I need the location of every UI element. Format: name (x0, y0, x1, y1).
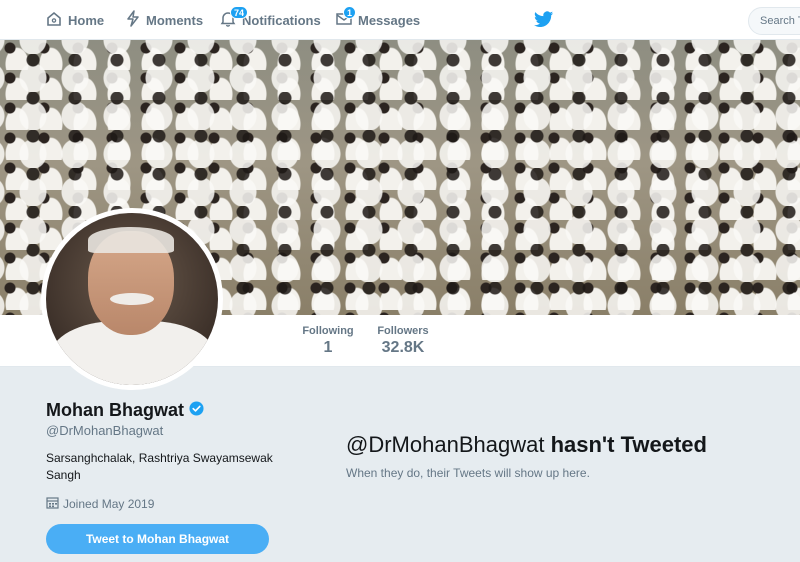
nav-notifications-label: Notifications (242, 12, 321, 28)
nav-home-label: Home (68, 12, 105, 28)
joined-label: Joined May 2019 (63, 497, 155, 511)
avatar-photo (46, 213, 218, 385)
nav-moments-label: Moments (146, 12, 204, 28)
following-stat[interactable]: Following 1 (300, 325, 356, 357)
notifications-badge: 74 (230, 6, 249, 19)
nav-messages[interactable]: 1 Messages (336, 0, 420, 40)
nav-messages-label: Messages (358, 12, 421, 28)
twitter-bird-icon[interactable] (534, 11, 554, 33)
home-icon (46, 11, 68, 30)
top-nav: Home Moments 74 Notifications 1 Messages… (0, 0, 800, 40)
nav-notifications[interactable]: 74 Notifications (220, 0, 321, 40)
followers-label: Followers (377, 325, 429, 337)
profile-name: Mohan Bhagwat (46, 400, 184, 420)
following-value: 1 (323, 339, 333, 356)
lightning-icon (126, 10, 146, 30)
verified-icon (189, 400, 204, 421)
followers-stat[interactable]: Followers 32.8K (372, 325, 434, 357)
empty-state-subtitle: When they do, their Tweets will show up … (346, 466, 590, 480)
profile-handle: @DrMohanBhagwat (46, 423, 164, 438)
messages-badge: 1 (343, 6, 357, 19)
profile-joined: Joined May 2019 (46, 496, 154, 512)
empty-state-handle: @DrMohanBhagwat (346, 432, 545, 457)
following-label: Following (302, 325, 354, 337)
calendar-icon (46, 496, 63, 512)
empty-state-rest: hasn't Tweeted (550, 432, 707, 457)
empty-state-title: @DrMohanBhagwat hasn't Tweeted (346, 432, 707, 458)
profile-name-row: Mohan Bhagwat (46, 400, 204, 421)
nav-home[interactable]: Home (46, 0, 104, 40)
search-input[interactable]: Search Tw (748, 7, 800, 35)
tweet-to-button[interactable]: Tweet to Mohan Bhagwat (46, 524, 269, 554)
profile-bio: Sarsanghchalak, Rashtriya Swayamsewak Sa… (46, 451, 273, 482)
avatar[interactable] (41, 208, 223, 390)
followers-value: 32.8K (381, 339, 425, 356)
nav-moments[interactable]: Moments (126, 0, 203, 40)
